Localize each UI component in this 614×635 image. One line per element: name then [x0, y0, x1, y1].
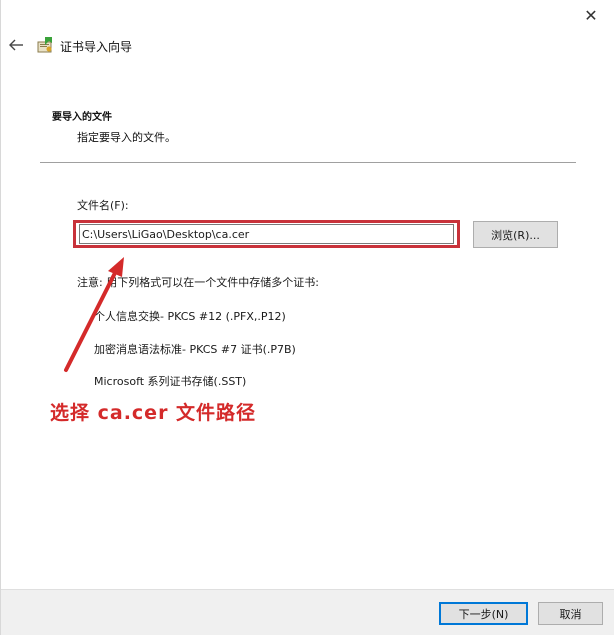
file-path-highlight: C:\Users\LiGao\Desktop\ca.cer — [73, 220, 460, 248]
section-title: 要导入的文件 — [52, 112, 112, 123]
wizard-title: 证书导入向导 — [60, 40, 133, 54]
section-subtitle: 指定要导入的文件。 — [77, 131, 176, 144]
wizard-header: 证书导入向导 — [1, 32, 614, 60]
divider — [40, 162, 576, 163]
annotation-arrow-icon — [64, 257, 124, 372]
certificate-import-wizard-window: ✕ 证书导入向导 要导入的文件 指定要导入的文件。 文件名(F): C:\Use… — [0, 0, 614, 635]
browse-button[interactable]: 浏览(R)... — [473, 221, 558, 248]
file-path-input[interactable]: C:\Users\LiGao\Desktop\ca.cer — [79, 224, 454, 244]
back-arrow-icon[interactable] — [7, 34, 25, 56]
close-icon: ✕ — [584, 5, 598, 25]
cancel-button[interactable]: 取消 — [538, 602, 603, 625]
close-button[interactable]: ✕ — [568, 0, 614, 30]
wizard-footer: 下一步(N) 取消 — [1, 589, 614, 635]
certificate-wizard-icon — [37, 37, 52, 53]
file-name-label: 文件名(F): — [77, 199, 129, 212]
next-button[interactable]: 下一步(N) — [439, 602, 528, 625]
annotation-text: 选择 ca.cer 文件路径 — [50, 402, 257, 424]
